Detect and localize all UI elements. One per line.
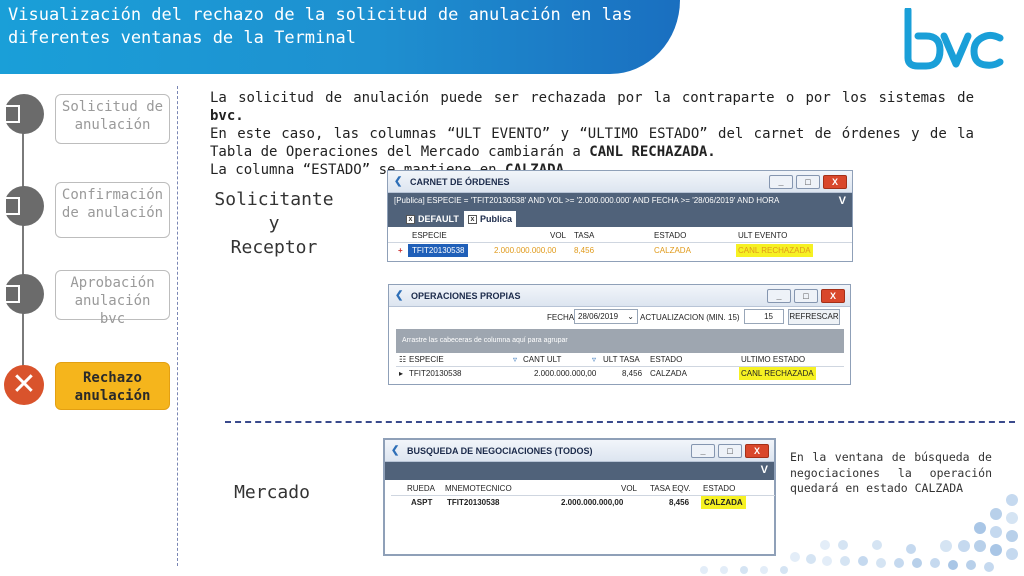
ult-evento-value: CANL RECHAZADA [736, 244, 813, 257]
carnet-titlebar: ❮ CARNET DE ÓRDENES _ □ X [388, 171, 852, 193]
intro-text: La solicitud de anulación puede ser rech… [210, 90, 974, 178]
minimize-button[interactable]: _ [691, 444, 715, 458]
col-vol[interactable]: VOL [621, 482, 637, 495]
minimize-button[interactable]: _ [767, 289, 791, 303]
filter-icon[interactable]: ▿ [592, 353, 596, 366]
filter-icon[interactable]: ▿ [513, 353, 517, 366]
close-button[interactable]: X [821, 289, 845, 303]
col-ult-evento[interactable]: ULT EVENTO [738, 229, 787, 242]
chevron-down-icon[interactable]: V [761, 462, 768, 478]
window-icon: ❮ [391, 445, 400, 456]
close-button[interactable]: X [745, 444, 769, 458]
horizontal-divider [225, 421, 1015, 423]
reject-x-icon: ✕ [4, 365, 44, 405]
table-row[interactable]: ASPT TFIT20130538 2.000.000.000,00 8,456… [391, 496, 775, 510]
col-especie[interactable]: ESPECIE [412, 229, 447, 242]
minimize-button[interactable]: _ [769, 175, 793, 189]
table-row[interactable]: + TFIT20130538 2.000.000.000,00 8,456 CA… [388, 244, 852, 258]
carnet-header-row: ESPECIE VOL TASA ESTADO ULT EVENTO [388, 229, 852, 243]
tab-publica[interactable]: x Publica [464, 211, 517, 227]
col-cant-ult[interactable]: CANT ULT [523, 353, 561, 366]
step-solicitud[interactable]: Solicitud de anulación [55, 94, 170, 144]
vertical-divider [177, 86, 178, 566]
step-rechazo[interactable]: Rechazo anulación [55, 362, 170, 410]
label-solicitante: Solicitante y Receptor [214, 189, 334, 258]
col-estado[interactable]: ESTADO [703, 482, 735, 495]
col-rueda[interactable]: RUEDA [407, 482, 435, 495]
expand-icon[interactable]: + [398, 244, 403, 257]
maximize-button[interactable]: □ [718, 444, 742, 458]
col-especie[interactable]: ESPECIE [409, 353, 444, 366]
ultimo-estado-value: CANL RECHAZADA [739, 367, 816, 380]
label-mercado: Mercado [234, 482, 310, 503]
fecha-input[interactable]: 28/06/2019 ⌄ [574, 309, 638, 324]
maximize-button[interactable]: □ [796, 175, 820, 189]
window-icon: ❮ [394, 176, 403, 187]
window-icon: ❮ [395, 290, 404, 301]
fecha-label: FECHA [547, 313, 575, 322]
col-estado[interactable]: ESTADO [650, 353, 682, 366]
mercado-note: En la ventana de búsqueda de negociacion… [790, 450, 992, 495]
step-confirmacion[interactable]: Confirmación de anulación [55, 182, 170, 238]
step-3-icon [4, 274, 44, 314]
col-ult-tasa[interactable]: ULT TASA [603, 353, 640, 366]
step-1-icon [4, 94, 44, 134]
busqueda-filter-bar[interactable]: V [385, 462, 774, 480]
tab-default[interactable]: x DEFAULT [402, 211, 463, 227]
row-pointer-icon: ▸ [399, 369, 404, 378]
step-2-icon [4, 186, 44, 226]
actualizacion-input[interactable]: 15 [744, 309, 784, 324]
col-mnemotecnico[interactable]: MNEMOTECNICO [445, 482, 512, 495]
operaciones-header-row: ☷ ESPECIE ▿ CANT ULT ▿ ULT TASA ESTADO U… [396, 353, 844, 367]
actualizacion-label: ACTUALIZACION (MIN. 15) [640, 313, 740, 322]
close-button[interactable]: X [823, 175, 847, 189]
busqueda-titlebar: ❮ BUSQUEDA DE NEGOCIACIONES (TODOS) _ □ … [385, 440, 774, 462]
busqueda-header-row: RUEDA MNEMOTECNICO VOL TASA EQV. ESTADO [391, 482, 775, 496]
filter-bar[interactable]: [Publica] ESPECIE = 'TFIT20130538' AND V… [388, 193, 852, 209]
maximize-button[interactable]: □ [794, 289, 818, 303]
carnet-tabbar: x DEFAULT x Publica [388, 209, 852, 227]
col-tasa-eqv[interactable]: TASA EQV. [650, 482, 690, 495]
col-estado[interactable]: ESTADO [654, 229, 686, 242]
col-vol[interactable]: VOL [550, 229, 566, 242]
page-title: Visualización del rechazo de la solicitu… [8, 5, 633, 48]
group-drop-area[interactable]: Arrastre las cabeceras de columna aquí p… [396, 329, 844, 353]
step-aprobacion[interactable]: Aprobación anulación bvc [55, 270, 170, 327]
busqueda-window[interactable]: ❮ BUSQUEDA DE NEGOCIACIONES (TODOS) _ □ … [383, 438, 776, 556]
operaciones-titlebar: ❮ OPERACIONES PROPIAS _ □ X [389, 285, 850, 307]
filter-icon[interactable]: ☷ [399, 353, 406, 366]
carnet-window[interactable]: ❮ CARNET DE ÓRDENES _ □ X [Publica] ESPE… [387, 170, 853, 262]
refrescar-button[interactable]: REFRESCAR [788, 309, 840, 325]
operaciones-window[interactable]: ❮ OPERACIONES PROPIAS _ □ X FECHA 28/06/… [388, 284, 851, 385]
chevron-down-icon[interactable]: V [839, 193, 846, 209]
bvc-logo [904, 8, 1004, 70]
step-connector [22, 104, 24, 394]
col-ultimo-estado[interactable]: ULTIMO ESTADO [741, 353, 805, 366]
estado-value: CALZADA [701, 496, 746, 509]
table-row[interactable]: ▸ TFIT20130538 2.000.000.000,00 8,456 CA… [396, 367, 844, 381]
col-tasa[interactable]: TASA [574, 229, 594, 242]
